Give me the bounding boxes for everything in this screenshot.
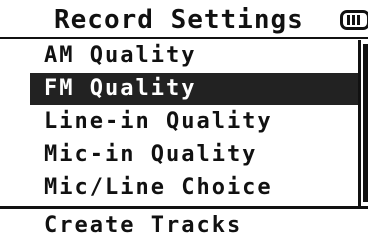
battery-level-bar	[352, 15, 355, 25]
menu-item-mic-line-choice[interactable]: Mic/Line Choice	[30, 172, 358, 204]
device-screen: Record Settings AM Quality FM Quality Li…	[0, 0, 368, 242]
menu-item-create-tracks[interactable]: Create Tracks	[30, 210, 360, 242]
battery-icon	[340, 10, 368, 30]
menu-item-fm-quality[interactable]: FM Quality	[30, 73, 358, 105]
battery-level-bar	[357, 15, 360, 25]
title-bar: Record Settings	[0, 0, 368, 40]
battery-level-bar	[347, 15, 350, 25]
title-divider	[0, 37, 368, 39]
scrollbar-thumb[interactable]	[363, 44, 368, 202]
settings-menu: AM Quality FM Quality Line-in Quality Mi…	[30, 40, 358, 208]
menu-divider	[0, 206, 368, 209]
menu-item-am-quality[interactable]: AM Quality	[30, 40, 358, 72]
menu-item-mic-in-quality[interactable]: Mic-in Quality	[30, 139, 358, 171]
menu-item-line-in-quality[interactable]: Line-in Quality	[30, 106, 358, 138]
menu-scrollbar[interactable]	[358, 40, 368, 208]
page-title: Record Settings	[54, 5, 304, 35]
